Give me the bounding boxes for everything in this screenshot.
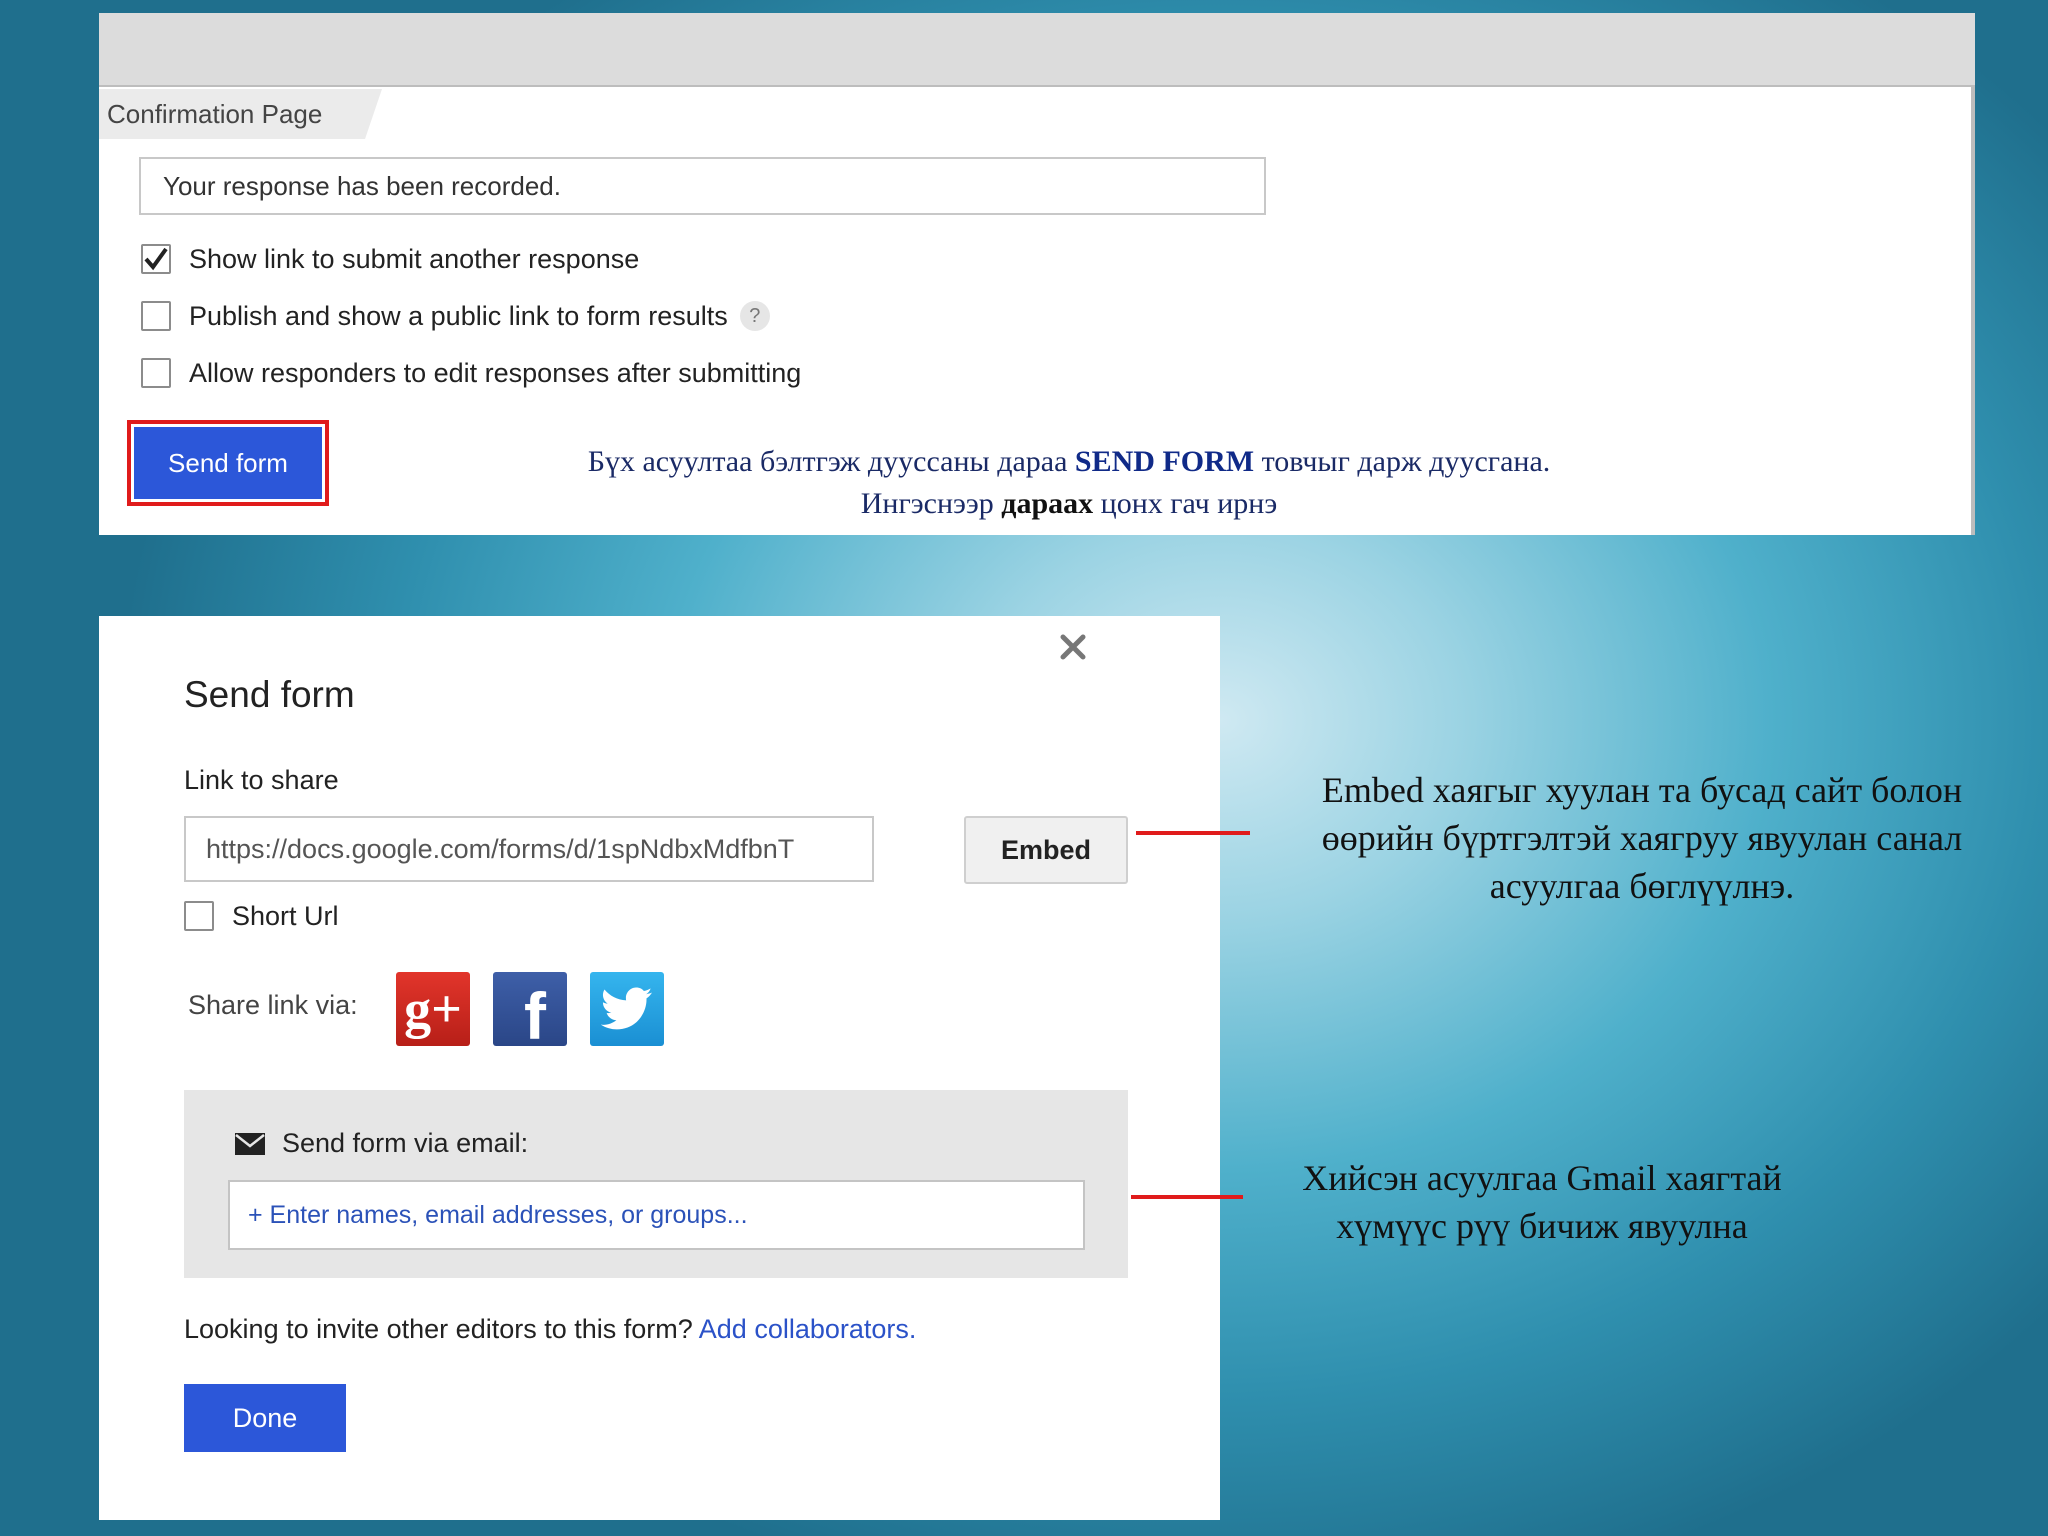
google-plus-icon[interactable]: g+ [396, 972, 470, 1046]
panel-edge [1971, 87, 1975, 535]
email-annotation: Хийсэн асуулгаа Gmail хаягтай хүмүүс рүү… [1302, 1158, 1782, 1246]
twitter-bird-icon [601, 987, 653, 1030]
dialog-title: Send form [184, 674, 355, 715]
share-link-via-label: Share link via: [188, 990, 358, 1020]
option-label: Publish and show a public link to form r… [189, 300, 728, 331]
send-form-button[interactable]: Send form [134, 427, 322, 499]
short-url-checkbox[interactable] [184, 901, 214, 931]
invite-editors-row: Looking to invite other editors to this … [184, 1314, 916, 1345]
twitter-icon[interactable] [590, 972, 664, 1046]
caption-line-1: Бүх асуултаа бэлтгэж дууссаны дараа SEND… [379, 441, 1759, 483]
option-label: Show link to submit another response [189, 243, 640, 274]
option-show-link[interactable]: Show link to submit another response [141, 241, 639, 277]
embed-annotation: Embed хаягыг хуулан та бусад сайт болон … [1321, 770, 1963, 906]
check-icon [144, 247, 168, 271]
option-publish-results[interactable]: Publish and show a public link to form r… [141, 298, 770, 334]
email-heading-label: Send form via email: [282, 1128, 529, 1158]
option-allow-edit[interactable]: Allow responders to edit responses after… [141, 355, 801, 391]
embed-button[interactable]: Embed [964, 816, 1128, 884]
link-to-share-label: Link to share [184, 765, 339, 795]
confirmation-message-input[interactable]: Your response has been recorded. [139, 157, 1266, 215]
email-heading: Send form via email: [234, 1128, 528, 1159]
email-pointer-line [1131, 1195, 1243, 1199]
top-toolbar [99, 13, 1975, 87]
short-url-label: Short Url [232, 900, 339, 931]
help-icon[interactable]: ? [739, 301, 770, 331]
caption-text: Ингэснээр [860, 487, 1002, 520]
close-icon[interactable] [1058, 632, 1088, 662]
allow-edit-checkbox[interactable] [141, 358, 171, 388]
add-collaborators-link[interactable]: Add collaborators. [699, 1314, 917, 1344]
confirmation-panel: Confirmation Page Your response has been… [99, 13, 1975, 535]
caption-line-2: Ингэснээр дараах цонх гач ирнэ [379, 483, 1759, 525]
facebook-glyph: f [524, 979, 546, 1053]
caption-text: товчыг дарж дуусгана. [1254, 445, 1551, 478]
gplus-glyph: g+ [404, 979, 462, 1039]
embed-pointer-line [1136, 831, 1250, 835]
caption-text: цонх гач ирнэ [1093, 487, 1278, 520]
done-button[interactable]: Done [184, 1384, 346, 1452]
publish-results-checkbox[interactable] [141, 301, 171, 331]
confirmation-page-tab: Confirmation Page [99, 89, 382, 139]
top-caption: Бүх асуултаа бэлтгэж дууссаны дараа SEND… [379, 441, 1759, 525]
show-link-checkbox[interactable] [141, 244, 171, 274]
invite-text: Looking to invite other editors to this … [184, 1314, 699, 1344]
email-recipients-input[interactable]: + Enter names, email addresses, or group… [228, 1180, 1085, 1250]
facebook-icon[interactable]: f [493, 972, 567, 1053]
caption-bold: SEND FORM [1074, 445, 1255, 478]
caption-text: Бүх асуултаа бэлтгэж дууссаны дараа [587, 445, 1075, 478]
caption-bold: дараах [1001, 487, 1094, 520]
short-url-option[interactable]: Short Url [184, 896, 339, 936]
envelope-icon [235, 1132, 265, 1155]
share-link-input[interactable]: https://docs.google.com/forms/d/1spNdbxM… [184, 816, 874, 882]
option-label: Allow responders to edit responses after… [189, 357, 802, 388]
